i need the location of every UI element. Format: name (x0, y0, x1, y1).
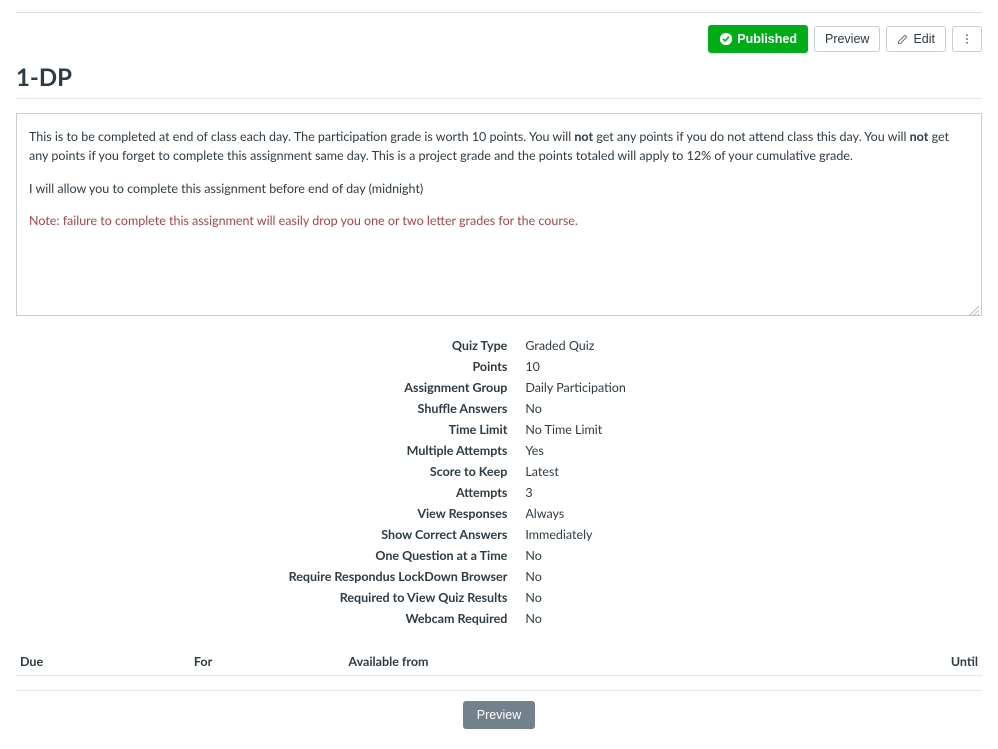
settings-label: Points (281, 357, 516, 376)
desc-bold: not (574, 129, 593, 144)
resize-handle-icon[interactable] (969, 303, 979, 313)
description-note: Note: failure to complete this assignmen… (29, 212, 969, 231)
settings-label: Attempts (281, 483, 516, 502)
settings-row: Require Respondus LockDown BrowserNo (281, 567, 718, 586)
edit-label: Edit (913, 33, 935, 46)
description-paragraph-2: I will allow you to complete this assign… (29, 180, 969, 199)
settings-label: One Question at a Time (281, 546, 516, 565)
settings-row: Webcam RequiredNo (281, 609, 718, 628)
settings-label: Quiz Type (281, 336, 516, 355)
settings-row: Score to KeepLatest (281, 462, 718, 481)
settings-label: Show Correct Answers (281, 525, 516, 544)
settings-row: Show Correct AnswersImmediately (281, 525, 718, 544)
settings-value: Graded Quiz (517, 336, 717, 355)
footer: Preview (16, 690, 982, 737)
desc-text: This is to be completed at end of class … (29, 129, 574, 144)
settings-value: No (517, 399, 717, 418)
settings-row: Required to View Quiz ResultsNo (281, 588, 718, 607)
due-header-until: Until (789, 648, 982, 676)
settings-label: Assignment Group (281, 378, 516, 397)
desc-text: get any points if you do not attend clas… (593, 129, 909, 144)
settings-row: Points10 (281, 357, 718, 376)
preview-label: Preview (825, 33, 869, 46)
check-circle-icon (719, 32, 733, 46)
settings-label: Score to Keep (281, 462, 516, 481)
kebab-menu-icon (961, 33, 973, 45)
settings-value: No (517, 588, 717, 607)
settings-label: Multiple Attempts (281, 441, 516, 460)
settings-label: Shuffle Answers (281, 399, 516, 418)
preview-button[interactable]: Preview (814, 26, 880, 53)
settings-value: 3 (517, 483, 717, 502)
settings-label: View Responses (281, 504, 516, 523)
settings-value: Immediately (517, 525, 717, 544)
settings-label: Time Limit (281, 420, 516, 439)
published-button[interactable]: Published (708, 25, 808, 53)
settings-value: Latest (517, 462, 717, 481)
settings-row: Multiple AttemptsYes (281, 441, 718, 460)
description-paragraph-1: This is to be completed at end of class … (29, 128, 969, 166)
preview-button-bottom[interactable]: Preview (463, 701, 535, 729)
settings-value: Yes (517, 441, 717, 460)
due-header-for: For (190, 648, 345, 676)
settings-value: Always (517, 504, 717, 523)
settings-value: 10 (517, 357, 717, 376)
settings-row: Shuffle AnswersNo (281, 399, 718, 418)
settings-row: One Question at a TimeNo (281, 546, 718, 565)
due-header-due: Due (16, 648, 190, 676)
settings-row: View ResponsesAlways (281, 504, 718, 523)
settings-value: No (517, 546, 717, 565)
header-toolbar: Published Preview Edit (16, 21, 982, 63)
settings-value: No Time Limit (517, 420, 717, 439)
page-title: 1-DP (16, 63, 982, 92)
preview-bottom-label: Preview (477, 708, 521, 722)
settings-row: Attempts3 (281, 483, 718, 502)
pencil-icon (897, 33, 909, 45)
settings-value: Daily Participation (517, 378, 717, 397)
due-dates-table: Due For Available from Until (16, 648, 982, 676)
settings-label: Require Respondus LockDown Browser (281, 567, 516, 586)
edit-button[interactable]: Edit (886, 26, 946, 53)
due-header-available-from: Available from (344, 648, 788, 676)
settings-label: Webcam Required (281, 609, 516, 628)
published-label: Published (737, 33, 797, 46)
settings-value: No (517, 567, 717, 586)
settings-label: Required to View Quiz Results (281, 588, 516, 607)
settings-row: Quiz TypeGraded Quiz (281, 336, 718, 355)
settings-value: No (517, 609, 717, 628)
description-box: This is to be completed at end of class … (16, 113, 982, 316)
quiz-settings-table: Quiz TypeGraded QuizPoints10Assignment G… (279, 334, 720, 630)
desc-bold: not (910, 129, 929, 144)
settings-row: Assignment GroupDaily Participation (281, 378, 718, 397)
settings-row: Time LimitNo Time Limit (281, 420, 718, 439)
more-options-button[interactable] (952, 26, 982, 52)
